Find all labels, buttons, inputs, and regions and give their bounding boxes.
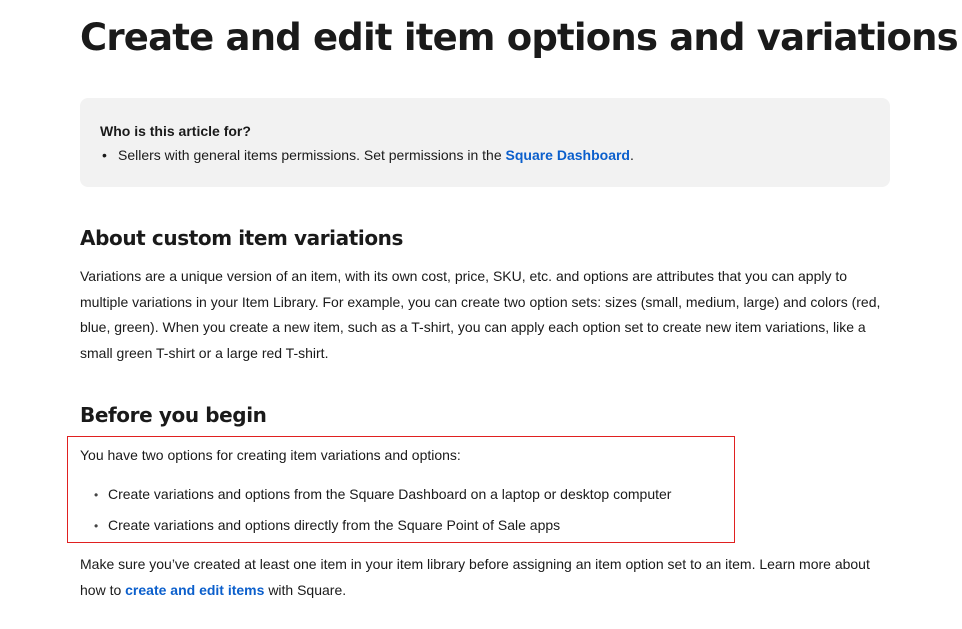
options-intro: You have two options for creating item v… xyxy=(80,447,461,463)
note-paragraph: Make sure you’ve created at least one it… xyxy=(80,552,895,603)
section-heading-before-you-begin: Before you begin xyxy=(80,403,267,427)
page-title: Create and edit item options and variati… xyxy=(80,16,959,59)
audience-text: Sellers with general items permissions. … xyxy=(118,146,634,164)
about-paragraph: Variations are a unique version of an it… xyxy=(80,268,881,361)
option-text: Create variations and options directly f… xyxy=(108,517,561,533)
square-dashboard-link[interactable]: Square Dashboard xyxy=(506,147,630,163)
bullet-icon: • xyxy=(102,147,107,163)
list-item: • Create variations and options from the … xyxy=(94,485,671,504)
audience-callout: Who is this article for? • Sellers with … xyxy=(80,98,890,187)
note-text-after: with Square. xyxy=(268,581,347,598)
list-item: • Create variations and options directly … xyxy=(94,516,560,535)
audience-list-item: • Sellers with general items permissions… xyxy=(100,146,870,164)
option-text: Create variations and options from the S… xyxy=(108,486,672,502)
audience-text-before: Sellers with general items permissions. … xyxy=(118,147,502,163)
audience-text-after: . xyxy=(629,147,634,163)
bullet-icon: • xyxy=(94,519,99,533)
audience-heading: Who is this article for? xyxy=(100,123,251,139)
bullet-icon: • xyxy=(94,488,99,502)
create-and-edit-items-link[interactable]: create and edit items xyxy=(125,582,264,598)
section-heading-about: About custom item variations xyxy=(80,226,404,250)
